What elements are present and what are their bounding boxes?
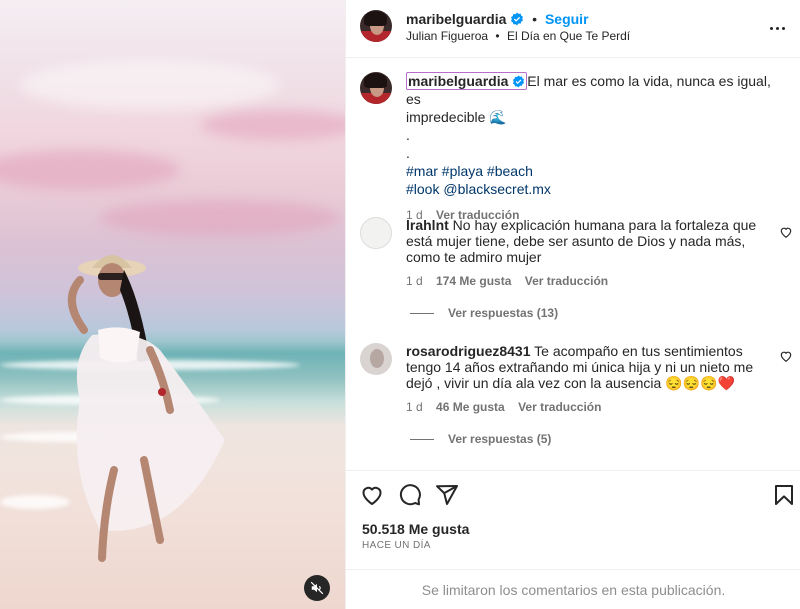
audio-artist[interactable]: Julian Figueroa [406,29,488,43]
comment-body: rosarodriguez8431 Te acompaño en tus sen… [406,343,776,415]
comment-username[interactable]: rosarodriguez8431 [406,343,531,359]
more-dot-icon [781,26,785,30]
comment-username[interactable]: lrahlnt [406,217,449,233]
comment-avatar[interactable] [360,217,392,249]
like-comment-heart-icon[interactable] [779,225,793,239]
comment-body: lrahlnt No hay explicación humana para l… [406,217,776,289]
verified-badge-icon [513,75,525,88]
likes-count[interactable]: 50.518 Me gusta [362,521,469,537]
comment-likes[interactable]: 174 Me gusta [436,274,511,288]
more-options-button[interactable] [765,16,789,40]
verified-badge-icon [511,12,524,26]
more-dot-icon [769,26,773,30]
audio-separator: • [495,29,500,43]
audio-track[interactable]: El Día en Que Te Perdí [507,29,630,43]
caption-text-line2: impredecible 🌊 [406,109,507,125]
post-sidebar: maribelguardia • Seguir Julian Figueroa … [345,0,800,609]
caption-username-text: maribelguardia [408,73,509,89]
post-header: maribelguardia • Seguir Julian Figueroa … [346,0,800,58]
sky-cloud [0,150,180,190]
audio-info[interactable]: Julian Figueroa • El Día en Que Te Perdí [406,29,630,43]
comment-meta: 1 d 46 Me gusta Ver traducción [406,399,776,415]
replies-line [410,438,434,440]
view-replies-label: Ver respuestas (13) [448,306,559,320]
caption-dot: . [406,145,410,161]
separator-dot: • [532,11,538,27]
view-replies-button[interactable]: Ver respuestas (5) [410,432,551,446]
avatar[interactable] [360,10,392,42]
follow-button[interactable]: Seguir [545,11,589,27]
comments-limited-notice: Se limitaron los comentarios en esta pub… [346,569,800,609]
share-paper-plane-icon[interactable] [435,483,459,507]
replies-line [410,312,434,314]
view-replies-button[interactable]: Ver respuestas (13) [410,306,558,320]
comment-time[interactable]: 1 d [406,274,423,288]
caption-body: maribelguardia El mar es como la vida, n… [406,72,781,224]
comment-bubble-icon[interactable] [398,483,422,507]
post-time[interactable]: HACE UN DÍA [362,540,431,551]
speaker-muted-icon [310,581,324,595]
more-dot-icon [775,26,779,30]
mute-button[interactable] [304,575,330,601]
comment-text: No hay explicación humana para la fortal… [406,217,757,265]
comment-likes[interactable]: 46 Me gusta [436,400,505,414]
header-userline: maribelguardia • Seguir [406,10,589,28]
like-comment-heart-icon[interactable] [779,349,793,363]
caption-username[interactable]: maribelguardia [406,72,528,90]
like-heart-icon[interactable] [360,483,384,507]
caption-avatar[interactable] [360,72,392,104]
post-media[interactable] [0,0,345,609]
sky-cloud [20,60,280,110]
comment-translate-button[interactable]: Ver traducción [525,274,608,288]
comment-avatar[interactable] [360,343,392,375]
sky-cloud [200,110,345,140]
save-bookmark-icon[interactable] [772,483,796,507]
header-username[interactable]: maribelguardia [406,11,506,27]
view-replies-label: Ver respuestas (5) [448,432,552,446]
comment-translate-button[interactable]: Ver traducción [518,400,601,414]
woman-figure [68,255,226,562]
comment-meta: 1 d 174 Me gusta Ver traducción [406,273,776,289]
caption-hashtags-mention[interactable]: #look @blacksecret.mx [406,180,781,198]
sky-cloud [100,200,340,236]
caption-dot: . [406,127,410,143]
caption-hashtags[interactable]: #mar #playa #beach [406,162,781,180]
post-actions: 50.518 Me gusta HACE UN DÍA Se limitaron… [346,470,800,609]
comment-time[interactable]: 1 d [406,400,423,414]
